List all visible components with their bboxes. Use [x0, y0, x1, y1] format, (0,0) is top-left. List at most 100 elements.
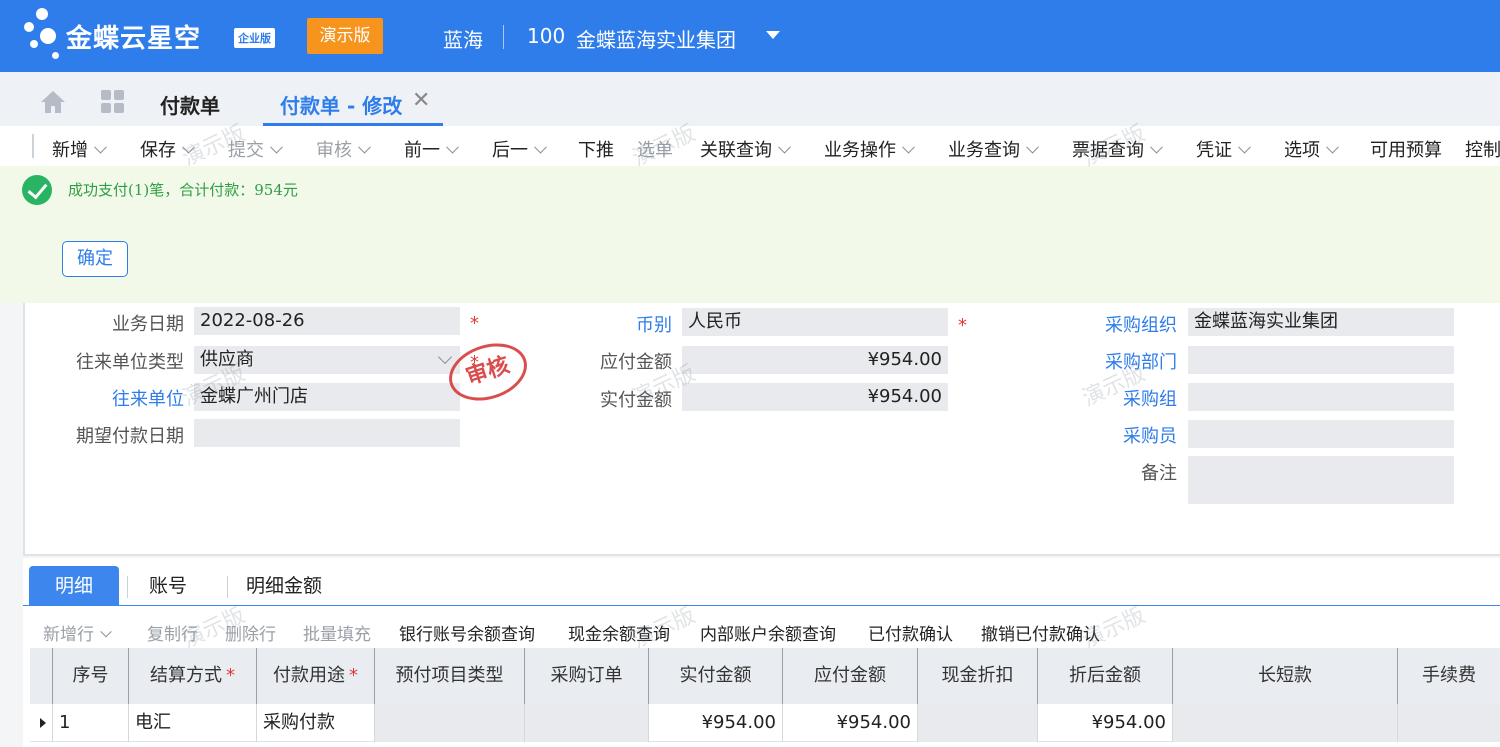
detail-grid: 序号 结算方式 * 付款用途 * 预付项目类型 采购订单 实付金额 应付金额 现金折…: [30, 648, 1500, 747]
chevron-down-icon: [446, 140, 459, 154]
purchase-dept-field[interactable]: [1188, 346, 1454, 374]
table-cell[interactable]: 电汇: [129, 704, 257, 742]
chevron-down-icon: [270, 140, 283, 154]
tab-detail[interactable]: 明细: [29, 566, 119, 606]
tab-divider: [227, 576, 228, 598]
paid-confirm-button[interactable]: 已付款确认: [868, 620, 953, 645]
biz-date-field[interactable]: 2022-08-26: [194, 307, 460, 335]
brand-logo: 金蝶云星空 企业版: [22, 8, 292, 64]
table-cell[interactable]: 采购付款: [257, 704, 375, 742]
column-header[interactable]: 手续费: [1398, 648, 1500, 704]
expected-pay-date-field[interactable]: [194, 419, 460, 447]
toolbar-business-query-button[interactable]: 业务查询: [948, 136, 1039, 162]
column-header[interactable]: 付款用途 *: [257, 648, 375, 704]
tab-detail-amount[interactable]: 明细金额: [246, 566, 322, 606]
table-cell: 1: [53, 704, 129, 742]
row-indicator-header: [30, 648, 53, 704]
column-header[interactable]: 应付金额: [783, 648, 918, 704]
toolbar-select-bill-button[interactable]: 选单: [637, 136, 673, 162]
chevron-down-icon: [94, 140, 107, 154]
toolbar-prev-button[interactable]: 前一: [404, 136, 459, 162]
org-dropdown-icon[interactable]: [766, 31, 780, 39]
main-toolbar: 新增 保存 提交 审核 前一 后一 下推 选单 关联查询 业务操作 业务查询 票…: [0, 126, 1500, 166]
detail-section: 明细 账号 明细金额 新增行 复制行 删除行 批量填充 银行账号余额查询 现金余…: [23, 558, 1500, 747]
toolbar-audit-button[interactable]: 审核: [316, 136, 371, 162]
contact-field[interactable]: 金蝶广州门店: [194, 383, 460, 411]
batch-fill-button[interactable]: 批量填充: [303, 620, 371, 645]
success-message-text: 成功支付(1)笔，合计付款：954元: [68, 181, 298, 199]
tab-bar: 付款单 付款单 - 修改 ✕: [0, 72, 1500, 126]
column-header[interactable]: 序号: [53, 648, 129, 704]
required-mark: *: [958, 315, 967, 336]
biz-date-label: 业务日期: [112, 314, 184, 335]
toolbar-voucher-button[interactable]: 凭证: [1196, 136, 1251, 162]
toolbar-related-query-button[interactable]: 关联查询: [700, 136, 791, 162]
contact-type-select[interactable]: 供应商: [194, 346, 460, 374]
tab-payment-edit[interactable]: 付款单 - 修改: [280, 90, 402, 119]
purchase-group-field[interactable]: [1188, 383, 1454, 411]
chevron-down-icon: [778, 140, 791, 154]
home-icon[interactable]: [40, 90, 66, 114]
table-cell: ¥954.00: [1038, 704, 1173, 742]
apps-grid-icon[interactable]: [101, 90, 125, 114]
currency-field[interactable]: 人民币: [682, 308, 948, 336]
table-cell[interactable]: [1398, 704, 1500, 742]
bank-balance-query-button[interactable]: 银行账号余额查询: [399, 620, 535, 645]
table-cell[interactable]: [918, 704, 1038, 742]
purchase-org-label[interactable]: 采购组织: [1105, 311, 1177, 337]
tab-payment-list[interactable]: 付款单: [160, 90, 220, 119]
cash-balance-query-button[interactable]: 现金余额查询: [568, 620, 670, 645]
column-header[interactable]: 长短款: [1173, 648, 1398, 704]
chevron-down-icon: [1326, 140, 1339, 154]
org-name[interactable]: 金蝶蓝海实业集团: [576, 24, 736, 53]
purchase-org-field[interactable]: 金蝶蓝海实业集团: [1188, 308, 1454, 336]
success-message-panel: 成功支付(1)笔，合计付款：954元 确定: [0, 166, 1500, 303]
delete-row-button[interactable]: 删除行: [225, 620, 276, 645]
toolbar-divider: [32, 134, 34, 158]
table-cell[interactable]: ¥954.00: [649, 704, 783, 742]
toolbar-control-button[interactable]: 控制: [1465, 136, 1500, 162]
purchase-group-label[interactable]: 采购组: [1123, 385, 1177, 411]
close-tab-icon[interactable]: ✕: [412, 88, 430, 113]
buyer-field[interactable]: [1188, 420, 1454, 448]
column-header[interactable]: 结算方式 *: [129, 648, 257, 704]
required-mark: *: [470, 313, 479, 334]
table-cell[interactable]: [375, 704, 525, 742]
toolbar-new-button[interactable]: 新增: [52, 136, 107, 162]
toolbar-bill-query-button[interactable]: 票据查询: [1072, 136, 1163, 162]
toolbar-business-ops-button[interactable]: 业务操作: [824, 136, 915, 162]
purchase-dept-label[interactable]: 采购部门: [1105, 348, 1177, 374]
column-header[interactable]: 现金折扣: [918, 648, 1038, 704]
user-name[interactable]: 蓝海: [443, 24, 483, 53]
chevron-down-icon: [534, 140, 547, 154]
chevron-down-icon: [100, 626, 112, 638]
org-code[interactable]: 100: [527, 24, 565, 48]
detail-tab-underline: [23, 605, 1500, 606]
column-header[interactable]: 采购订单: [525, 648, 649, 704]
toolbar-next-button[interactable]: 后一: [492, 136, 547, 162]
table-cell[interactable]: [525, 704, 649, 742]
internal-balance-query-button[interactable]: 内部账户余额查询: [700, 620, 836, 645]
table-row[interactable]: 1 电汇 采购付款 ¥954.00 ¥954.00 ¥954.00: [30, 704, 1500, 742]
toolbar-options-button[interactable]: 选项: [1284, 136, 1339, 162]
table-cell[interactable]: [1173, 704, 1398, 742]
copy-row-button[interactable]: 复制行: [147, 620, 198, 645]
toolbar-push-down-button[interactable]: 下推: [578, 136, 614, 162]
currency-label[interactable]: 币别: [636, 311, 672, 337]
success-check-icon: [22, 175, 52, 205]
toolbar-budget-button[interactable]: 可用预算: [1370, 136, 1442, 162]
chevron-down-icon: [182, 140, 195, 154]
remark-field[interactable]: [1188, 456, 1454, 504]
column-header[interactable]: 预付项目类型: [375, 648, 525, 704]
contact-label[interactable]: 往来单位: [112, 385, 184, 411]
toolbar-save-button[interactable]: 保存: [140, 136, 195, 162]
cancel-paid-confirm-button[interactable]: 撤销已付款确认: [981, 620, 1100, 645]
tab-divider: [127, 576, 128, 598]
toolbar-submit-button[interactable]: 提交: [228, 136, 283, 162]
confirm-button[interactable]: 确定: [62, 241, 128, 277]
tab-account[interactable]: 账号: [149, 566, 187, 606]
column-header[interactable]: 实付金额: [649, 648, 783, 704]
add-row-button[interactable]: 新增行: [43, 620, 112, 645]
column-header[interactable]: 折后金额: [1038, 648, 1173, 704]
buyer-label[interactable]: 采购员: [1123, 422, 1177, 448]
